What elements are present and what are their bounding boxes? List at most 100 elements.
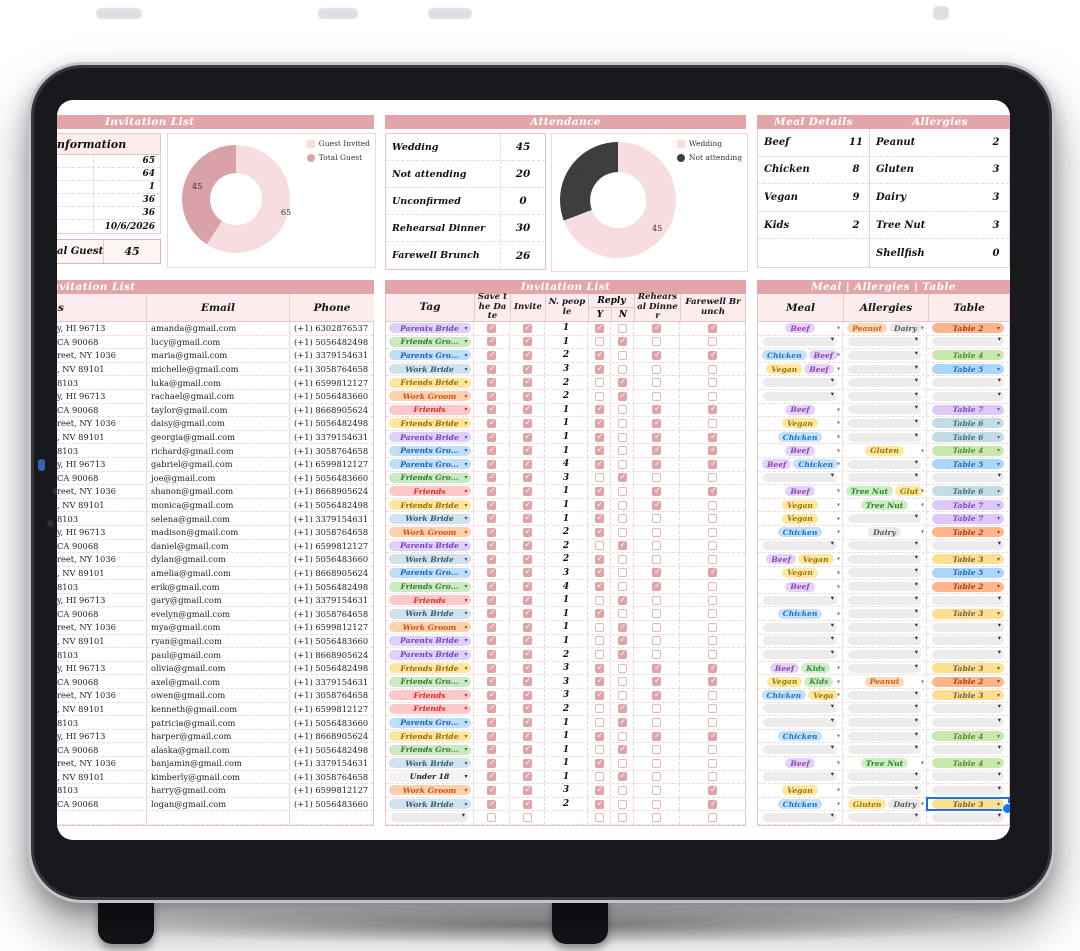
meal-pill[interactable]: Beef [785, 446, 814, 456]
empty-allergy-dropdown[interactable] [848, 378, 921, 387]
contact-address-cell[interactable]: , NV 89101 [57, 703, 147, 716]
n-people-cell[interactable]: 1 [545, 771, 588, 784]
table-pill[interactable]: Table 2▾ [932, 582, 1004, 592]
contact-email-cell[interactable]: joe@gmail.com [147, 472, 290, 485]
rehearsal-dinner-checkbox[interactable] [652, 365, 661, 374]
empty-table-dropdown[interactable] [932, 541, 1004, 550]
farewell-brunch-checkbox[interactable] [708, 405, 717, 414]
table-pill[interactable]: Table 5▾ [932, 568, 1004, 578]
farewell-brunch-checkbox[interactable] [708, 582, 717, 591]
empty-table-dropdown[interactable] [932, 596, 1004, 605]
empty-allergy-dropdown[interactable] [848, 365, 921, 374]
contact-phone-cell[interactable]: (+1) 3058764658 [290, 526, 373, 539]
empty-table-dropdown[interactable] [932, 473, 1004, 482]
reply-yes-checkbox[interactable] [595, 419, 604, 428]
tag-pill[interactable]: Friends Gro...▾ [389, 337, 471, 347]
farewell-brunch-checkbox[interactable] [708, 759, 717, 768]
allergy-pill[interactable]: Dairy [889, 323, 922, 333]
reply-no-checkbox[interactable] [618, 541, 627, 550]
contact-email-cell[interactable]: erik@gmail.com [147, 580, 290, 593]
rehearsal-dinner-checkbox[interactable] [652, 759, 661, 768]
contact-phone-cell[interactable]: (+1) 8668905624 [290, 404, 373, 417]
save-the-date-checkbox[interactable] [487, 636, 496, 645]
reply-no-checkbox[interactable] [618, 487, 627, 496]
allergy-pill[interactable]: Gluten [865, 446, 904, 456]
save-the-date-checkbox[interactable] [487, 691, 496, 700]
contact-phone-cell[interactable]: (+1) 5056482498 [290, 580, 373, 593]
table-pill[interactable]: Table 3▾ [932, 690, 1004, 700]
farewell-brunch-checkbox[interactable] [708, 514, 717, 523]
meal-pill[interactable]: Vegan [782, 514, 818, 524]
rehearsal-dinner-checkbox[interactable] [652, 541, 661, 550]
reply-yes-checkbox[interactable] [595, 555, 604, 564]
farewell-brunch-checkbox[interactable] [708, 487, 717, 496]
reply-yes-checkbox[interactable] [595, 786, 604, 795]
contact-phone-cell[interactable]: (+1) 5056483660 [290, 798, 373, 811]
meal-pill[interactable]: Beef [785, 323, 814, 333]
meal-pill[interactable]: Beef [785, 758, 814, 768]
rehearsal-dinner-checkbox[interactable] [652, 745, 661, 754]
reply-no-checkbox[interactable] [618, 337, 627, 346]
chevron-down-icon[interactable]: ▾ [837, 406, 840, 413]
reply-yes-checkbox[interactable] [595, 664, 604, 673]
rehearsal-dinner-checkbox[interactable] [652, 772, 661, 781]
reply-yes-checkbox[interactable] [595, 351, 604, 360]
chevron-down-icon[interactable]: ▾ [837, 515, 840, 522]
meal-pill[interactable]: Chicken [778, 731, 823, 741]
contact-phone-cell[interactable]: (+1) 8668905624 [290, 485, 373, 498]
n-people-cell[interactable]: 1 [545, 417, 588, 430]
tag-pill[interactable]: Friends Bride▾ [389, 663, 471, 673]
allergy-pill[interactable]: Dairy [888, 799, 921, 809]
save-the-date-checkbox[interactable] [487, 487, 496, 496]
n-people-cell[interactable]: 1 [545, 743, 588, 756]
farewell-brunch-checkbox[interactable] [708, 732, 717, 741]
empty-table-dropdown[interactable] [932, 813, 1004, 822]
invite-checkbox[interactable] [523, 786, 532, 795]
contact-email-cell[interactable]: michelle@gmail.com [147, 363, 290, 376]
contact-phone-cell[interactable]: (+1) 6599812127 [290, 784, 373, 797]
farewell-brunch-checkbox[interactable] [708, 378, 717, 387]
chevron-down-icon[interactable]: ▾ [837, 529, 840, 536]
allergy-pill[interactable]: Dairy [868, 527, 901, 537]
reply-yes-checkbox[interactable] [595, 473, 604, 482]
empty-allergy-dropdown[interactable] [848, 636, 921, 645]
tag-pill[interactable]: Friends▾ [389, 704, 471, 714]
reply-yes-checkbox[interactable] [595, 650, 604, 659]
contact-phone-cell[interactable]: (+1) 3379154631 [290, 757, 373, 770]
rehearsal-dinner-checkbox[interactable] [652, 446, 661, 455]
save-the-date-checkbox[interactable] [487, 392, 496, 401]
reply-no-checkbox[interactable] [618, 691, 627, 700]
contact-address-cell[interactable]: reet, NY 1036 [57, 553, 147, 566]
empty-meal-dropdown[interactable] [763, 473, 837, 482]
farewell-brunch-checkbox[interactable] [708, 813, 717, 822]
farewell-brunch-checkbox[interactable] [708, 555, 717, 564]
save-the-date-checkbox[interactable] [487, 405, 496, 414]
reply-no-checkbox[interactable] [618, 596, 627, 605]
tag-pill[interactable]: Friends▾ [389, 405, 471, 415]
reply-yes-checkbox[interactable] [595, 324, 604, 333]
contact-address-cell[interactable]: 8103 [57, 444, 147, 457]
chevron-down-icon[interactable]: ▾ [837, 678, 840, 685]
save-the-date-checkbox[interactable] [487, 759, 496, 768]
n-people-cell[interactable]: 3 [545, 472, 588, 485]
contact-phone-cell[interactable]: (+1) 8668905624 [290, 730, 373, 743]
n-people-cell[interactable]: 2 [545, 390, 588, 403]
rehearsal-dinner-checkbox[interactable] [652, 582, 661, 591]
chevron-down-icon[interactable]: ▾ [837, 583, 840, 590]
reply-no-checkbox[interactable] [618, 528, 627, 537]
contact-email-cell[interactable]: olivia@gmail.com [147, 662, 290, 675]
reply-no-checkbox[interactable] [618, 473, 627, 482]
empty-allergy-dropdown[interactable] [848, 351, 921, 360]
farewell-brunch-checkbox[interactable] [708, 704, 717, 713]
save-the-date-checkbox[interactable] [487, 786, 496, 795]
reply-no-checkbox[interactable] [618, 392, 627, 401]
reply-no-checkbox[interactable] [618, 405, 627, 414]
tag-pill[interactable]: Under 18▾ [389, 772, 471, 782]
meal-pill[interactable]: Vegan [798, 554, 834, 564]
reply-yes-checkbox[interactable] [595, 446, 604, 455]
meal-pill[interactable]: Chicken [762, 350, 807, 360]
reply-yes-checkbox[interactable] [595, 514, 604, 523]
empty-meal-dropdown[interactable] [763, 636, 837, 645]
rehearsal-dinner-checkbox[interactable] [652, 337, 661, 346]
farewell-brunch-checkbox[interactable] [708, 501, 717, 510]
